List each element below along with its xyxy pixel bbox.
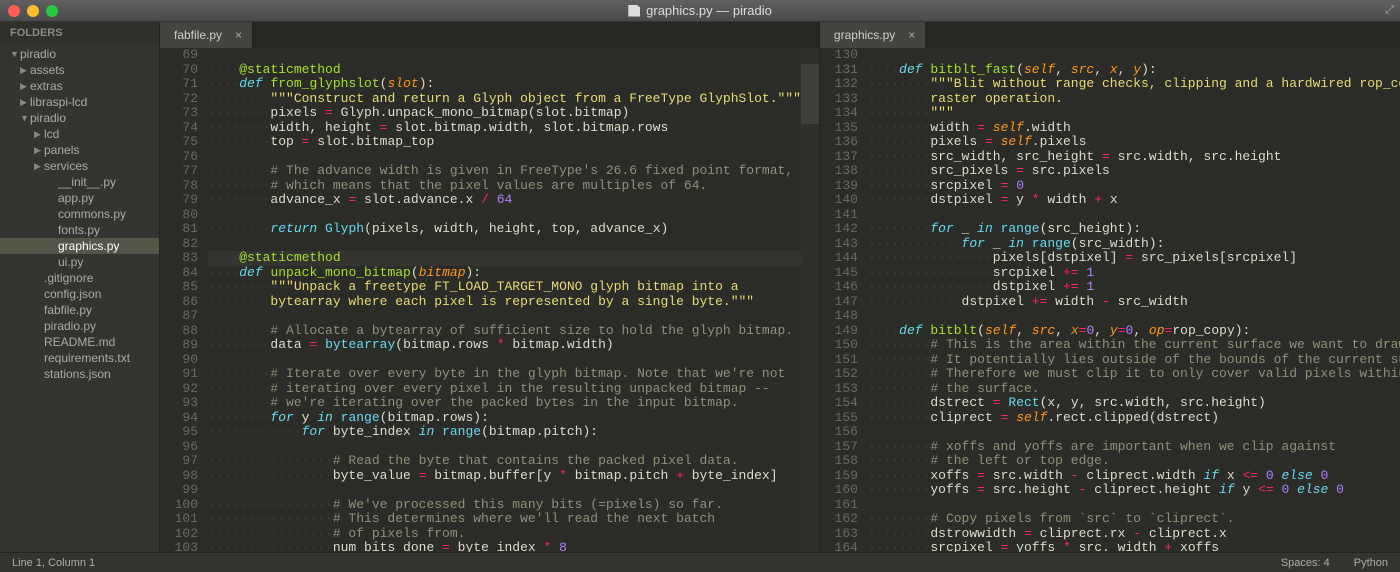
sidebar-header: FOLDERS xyxy=(0,22,159,44)
file-item[interactable]: __init__.py xyxy=(0,174,159,190)
chevron-right-icon: ▶ xyxy=(20,97,30,108)
folder-item[interactable]: ▶panels xyxy=(0,142,159,158)
folder-item[interactable]: ▼piradio xyxy=(0,110,159,126)
editor-group: fabfile.py × 69707172737475767778798081828… xyxy=(160,22,1400,552)
main-area: FOLDERS ▼piradio▶assets▶extras▶libraspi-… xyxy=(0,22,1400,552)
file-item[interactable]: .gitignore xyxy=(0,270,159,286)
tree-item-label: __init__.py xyxy=(58,175,116,189)
chevron-right-icon: ▶ xyxy=(34,129,44,140)
tab-bar: fabfile.py × xyxy=(160,22,819,48)
chevron-down-icon: ▼ xyxy=(10,49,20,59)
code-lines: ····def bitblt_fast(self, src, x, y):···… xyxy=(868,48,1400,552)
chevron-right-icon: ▶ xyxy=(34,145,44,156)
line-gutter: 6970717273747576777879808182838485868788… xyxy=(160,48,208,552)
folder-item[interactable]: ▶libraspi-lcd xyxy=(0,94,159,110)
tree-item-label: commons.py xyxy=(58,207,126,221)
tree-item-label: libraspi-lcd xyxy=(30,95,87,109)
minimap-viewport[interactable] xyxy=(801,64,819,124)
tree-item-label: services xyxy=(44,159,88,173)
tree-item-label: panels xyxy=(44,143,79,157)
minimize-window-button[interactable] xyxy=(27,5,39,17)
tree-item-label: fonts.py xyxy=(58,223,100,237)
tree-item-label: app.py xyxy=(58,191,94,205)
editor-tab[interactable]: graphics.py × xyxy=(820,22,926,48)
tree-item-label: .gitignore xyxy=(44,271,93,285)
tree-item-label: config.json xyxy=(44,287,101,301)
file-item[interactable]: README.md xyxy=(0,334,159,350)
code-area[interactable]: 6970717273747576777879808182838485868788… xyxy=(160,48,819,552)
close-icon[interactable]: × xyxy=(908,28,915,42)
status-syntax[interactable]: Python xyxy=(1354,557,1388,569)
chevron-down-icon: ▼ xyxy=(20,113,30,123)
close-icon[interactable]: × xyxy=(235,28,242,42)
tree-item-label: stations.json xyxy=(44,367,111,381)
folder-item[interactable]: ▶lcd xyxy=(0,126,159,142)
minimap[interactable] xyxy=(801,48,819,552)
status-bar: Line 1, Column 1 Spaces: 4 Python xyxy=(0,552,1400,572)
editor-pane: graphics.py × 1301311321331341351361371381… xyxy=(820,22,1400,552)
window-title: graphics.py — piradio xyxy=(628,3,772,18)
file-item[interactable]: fabfile.py xyxy=(0,302,159,318)
file-item[interactable]: fonts.py xyxy=(0,222,159,238)
file-item[interactable]: config.json xyxy=(0,286,159,302)
window-controls xyxy=(0,5,58,17)
expand-icon[interactable]: ⤢ xyxy=(1385,4,1394,17)
tree-item-label: piradio xyxy=(20,47,56,61)
tree-item-label: ui.py xyxy=(58,255,83,269)
tree-item-label: assets xyxy=(30,63,65,77)
code-area[interactable]: 1301311321331341351361371381391401411421… xyxy=(820,48,1400,552)
editor-pane: fabfile.py × 69707172737475767778798081828… xyxy=(160,22,820,552)
folder-item[interactable]: ▶assets xyxy=(0,62,159,78)
tree-item-label: graphics.py xyxy=(58,239,119,253)
folder-tree: ▼piradio▶assets▶extras▶libraspi-lcd▼pira… xyxy=(0,44,159,384)
chevron-right-icon: ▶ xyxy=(34,161,44,172)
code-lines: ····@staticmethod····def from_glyphslot(… xyxy=(208,48,801,552)
tab-label: fabfile.py xyxy=(174,28,222,42)
sidebar: FOLDERS ▼piradio▶assets▶extras▶libraspi-… xyxy=(0,22,160,552)
file-item[interactable]: app.py xyxy=(0,190,159,206)
file-icon xyxy=(628,5,640,17)
tab-bar: graphics.py × xyxy=(820,22,1400,48)
window-title-text: graphics.py — piradio xyxy=(646,3,772,18)
tree-item-label: fabfile.py xyxy=(44,303,92,317)
file-item[interactable]: graphics.py xyxy=(0,238,159,254)
tree-item-label: README.md xyxy=(44,335,115,349)
folder-item[interactable]: ▶extras xyxy=(0,78,159,94)
tab-label: graphics.py xyxy=(834,28,895,42)
chevron-right-icon: ▶ xyxy=(20,65,30,76)
line-gutter: 1301311321331341351361371381391401411421… xyxy=(820,48,868,552)
editor-tab[interactable]: fabfile.py × xyxy=(160,22,253,48)
status-cursor-position[interactable]: Line 1, Column 1 xyxy=(12,557,95,569)
tree-item-label: requirements.txt xyxy=(44,351,130,365)
file-item[interactable]: piradio.py xyxy=(0,318,159,334)
window-titlebar: graphics.py — piradio ⤢ xyxy=(0,0,1400,22)
folder-item[interactable]: ▶services xyxy=(0,158,159,174)
file-item[interactable]: requirements.txt xyxy=(0,350,159,366)
close-window-button[interactable] xyxy=(8,5,20,17)
tree-item-label: piradio.py xyxy=(44,319,96,333)
chevron-right-icon: ▶ xyxy=(20,81,30,92)
file-item[interactable]: commons.py xyxy=(0,206,159,222)
tree-item-label: extras xyxy=(30,79,63,93)
file-item[interactable]: ui.py xyxy=(0,254,159,270)
tree-item-label: lcd xyxy=(44,127,59,141)
file-item[interactable]: stations.json xyxy=(0,366,159,382)
zoom-window-button[interactable] xyxy=(46,5,58,17)
folder-item[interactable]: ▼piradio xyxy=(0,46,159,62)
tree-item-label: piradio xyxy=(30,111,66,125)
status-indent[interactable]: Spaces: 4 xyxy=(1281,557,1330,569)
